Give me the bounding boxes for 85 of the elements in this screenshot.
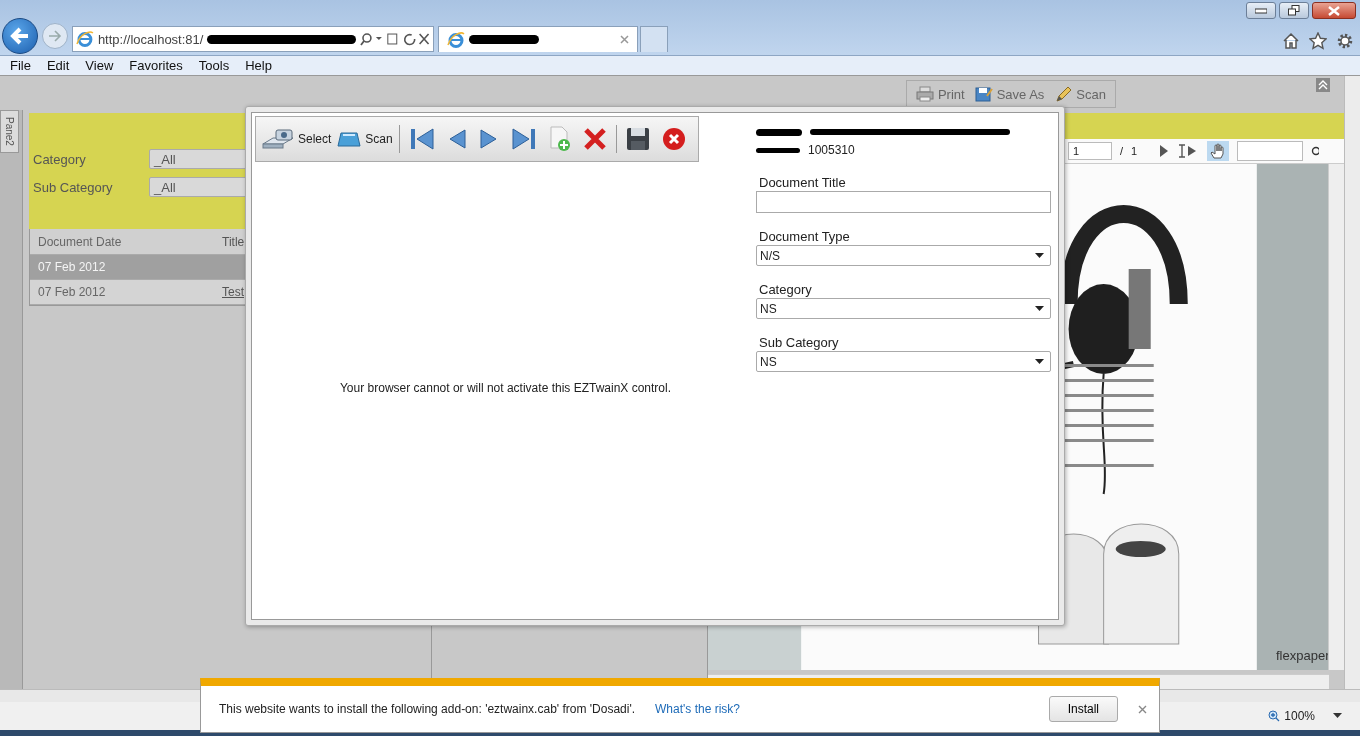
next-icon[interactable] bbox=[478, 127, 499, 151]
filter-label: Category bbox=[33, 151, 87, 167]
field-label: Document Title bbox=[759, 175, 847, 190]
menu-item[interactable]: Tools bbox=[190, 58, 238, 73]
restore-button[interactable] bbox=[1279, 2, 1309, 19]
filter-label: Sub Category bbox=[33, 179, 114, 195]
scanner-icon bbox=[337, 130, 362, 148]
search-field[interactable] bbox=[1237, 141, 1304, 161]
table-cell-text: 07 Feb 2012 bbox=[37, 285, 107, 299]
minimize-icon bbox=[1255, 7, 1267, 14]
add-page-icon[interactable] bbox=[548, 126, 571, 152]
zoom-icon bbox=[1268, 710, 1281, 722]
menu-item[interactable]: Help bbox=[237, 58, 280, 73]
address-actions-icon bbox=[360, 32, 430, 46]
back-arrow-icon bbox=[9, 25, 31, 47]
column-header[interactable]: Title bbox=[222, 234, 245, 249]
column-header[interactable]: Document Date bbox=[30, 234, 222, 249]
delete-icon[interactable] bbox=[582, 127, 607, 151]
collapse-button[interactable] bbox=[1316, 78, 1330, 92]
close-icon[interactable] bbox=[661, 127, 686, 151]
hand-icon bbox=[1210, 143, 1227, 159]
hand-tool-button[interactable] bbox=[1207, 141, 1230, 161]
page-number-field[interactable]: 1 bbox=[1068, 142, 1112, 160]
field-label: Category bbox=[759, 282, 813, 297]
next-page-icon[interactable] bbox=[1159, 144, 1170, 158]
control-message: Your browser cannot or will not activate this EZTwainX control. bbox=[339, 380, 671, 395]
field-label: Sub Category bbox=[759, 335, 840, 350]
table-cell-text: 07 Feb 2012 bbox=[37, 260, 107, 274]
close-icon bbox=[1328, 5, 1340, 16]
home-icon[interactable] bbox=[1282, 32, 1300, 50]
search-icon[interactable] bbox=[1311, 146, 1320, 156]
toolbar-button[interactable]: Scan bbox=[1051, 86, 1109, 102]
browser-logo-icon bbox=[76, 30, 94, 48]
page-count: 1 bbox=[1131, 145, 1138, 157]
menu-item[interactable]: View bbox=[77, 58, 122, 73]
save-icon[interactable] bbox=[625, 127, 650, 151]
page-separator: / bbox=[1120, 145, 1124, 157]
first-page-icon[interactable] bbox=[408, 127, 435, 151]
redaction-mark bbox=[469, 35, 539, 44]
record-number: 1005310 bbox=[808, 143, 855, 157]
forward-arrow-icon bbox=[48, 29, 62, 43]
caret-icon bbox=[1035, 253, 1044, 258]
vertical-scrollbar[interactable] bbox=[1328, 164, 1344, 670]
star-icon[interactable] bbox=[1309, 32, 1327, 50]
browser-logo-icon bbox=[447, 30, 465, 49]
toolbar-button[interactable]: Scan bbox=[337, 130, 393, 148]
redaction-mark bbox=[756, 128, 802, 136]
dropdown[interactable]: NS bbox=[756, 298, 1051, 319]
address-bar[interactable]: http://localhost:81/ bbox=[72, 26, 434, 52]
double-chevron-icon bbox=[1318, 80, 1328, 90]
close-icon[interactable] bbox=[1138, 704, 1147, 714]
caret-icon bbox=[1333, 713, 1342, 719]
redaction-mark bbox=[756, 147, 800, 153]
restore-icon bbox=[1288, 5, 1300, 16]
install-button[interactable]: Install bbox=[1048, 696, 1118, 722]
url-text: http://localhost:81/ bbox=[97, 31, 204, 47]
field-label: Document Type bbox=[759, 229, 851, 244]
menu-item[interactable]: Favorites bbox=[121, 58, 191, 73]
toolbar-button[interactable]: Save As bbox=[971, 86, 1048, 102]
dropdown[interactable]: N/S bbox=[756, 245, 1051, 266]
pencil-icon bbox=[1054, 86, 1073, 102]
viewer-brand-label: flexpaper bbox=[1276, 648, 1330, 663]
dropdown[interactable]: NS bbox=[756, 351, 1051, 372]
close-button[interactable] bbox=[1312, 2, 1356, 19]
last-page-icon[interactable] bbox=[510, 127, 537, 151]
settings-icon[interactable] bbox=[1336, 32, 1354, 50]
caret-icon bbox=[1035, 359, 1044, 364]
zoom-control[interactable]: 100% bbox=[1268, 709, 1342, 723]
title-link[interactable]: Test bbox=[222, 285, 244, 299]
menu-item[interactable]: Edit bbox=[38, 58, 78, 73]
input-field[interactable] bbox=[756, 191, 1051, 213]
notification-message: This website wants to install the following add-on: 'eztwainx.cab' from 'Dosadi'. bbox=[219, 702, 636, 716]
risk-link[interactable]: What's the risk? bbox=[655, 702, 740, 716]
side-tab[interactable]: Pane2 bbox=[0, 110, 19, 153]
caret-icon bbox=[1035, 306, 1044, 311]
browser-tab[interactable] bbox=[438, 26, 638, 52]
vertical-scrollbar[interactable] bbox=[1344, 76, 1360, 689]
menu-item[interactable]: File bbox=[2, 58, 39, 73]
printer-icon bbox=[915, 86, 934, 102]
floppy-icon bbox=[974, 86, 993, 102]
scanner-camera-icon bbox=[262, 128, 294, 150]
minimize-button[interactable] bbox=[1246, 2, 1276, 19]
close-tab-icon[interactable] bbox=[620, 35, 629, 44]
toolbar-button[interactable]: Select bbox=[262, 128, 332, 150]
back-button[interactable] bbox=[2, 18, 38, 54]
